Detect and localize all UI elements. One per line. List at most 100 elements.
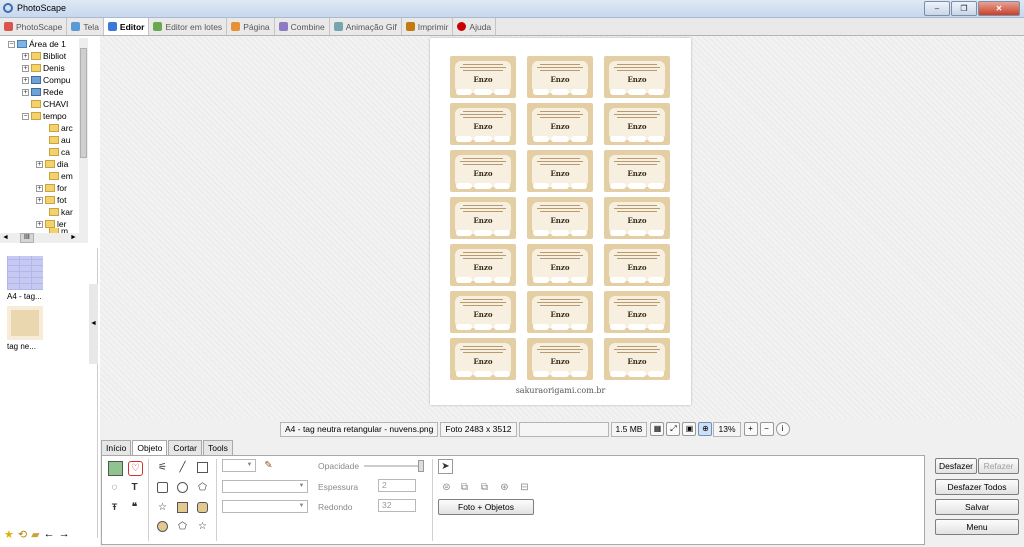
tree-item[interactable]: em bbox=[49, 170, 73, 182]
ellipse-icon[interactable] bbox=[177, 482, 188, 493]
expand-icon[interactable]: + bbox=[36, 184, 43, 192]
photo-objects-button[interactable]: Foto + Objetos bbox=[438, 499, 534, 515]
tab-help[interactable]: Ajuda bbox=[453, 18, 497, 35]
tree-item[interactable]: kar bbox=[49, 206, 73, 218]
back-arrow-icon[interactable]: ← bbox=[44, 528, 55, 541]
tree-item[interactable]: au bbox=[49, 134, 70, 146]
redo-button[interactable]: Refazer bbox=[978, 458, 1019, 474]
tree-item[interactable]: ca bbox=[49, 146, 70, 158]
tree-item[interactable]: + fot bbox=[36, 194, 66, 206]
tree-vertical-scrollbar[interactable] bbox=[79, 38, 88, 233]
scroll-grip[interactable]: III bbox=[20, 233, 34, 243]
fit-screen-icon[interactable]: ⤢ bbox=[666, 422, 681, 436]
collapse-icon[interactable]: − bbox=[22, 112, 29, 120]
expand-icon[interactable]: + bbox=[36, 220, 43, 228]
pointer-icon[interactable]: ➤ bbox=[438, 459, 453, 474]
rectangle-icon[interactable] bbox=[197, 462, 208, 473]
save-button[interactable]: Salvar bbox=[935, 499, 1019, 515]
tab-print[interactable]: Imprimir bbox=[402, 18, 454, 35]
tab-page[interactable]: Página bbox=[227, 18, 275, 35]
eyedropper-icon[interactable]: ✎ bbox=[262, 459, 275, 472]
menu-button[interactable]: Menu bbox=[935, 519, 1019, 535]
expand-icon[interactable]: + bbox=[22, 76, 29, 84]
magic-wand-icon[interactable]: ⚟ bbox=[156, 461, 169, 474]
actual-size-icon[interactable]: ▣ bbox=[682, 422, 697, 436]
expand-icon[interactable]: + bbox=[36, 160, 43, 168]
star-outline-icon[interactable]: ☆ bbox=[156, 501, 169, 514]
tab-cortar[interactable]: Cortar bbox=[168, 440, 202, 455]
opacity-slider-handle[interactable] bbox=[418, 460, 424, 472]
zoom-fit-icon[interactable]: ⊕ bbox=[698, 422, 713, 436]
layer-icon[interactable]: ⊜ bbox=[440, 481, 453, 494]
minimize-button[interactable]: ‒ bbox=[924, 1, 950, 16]
quote-icon[interactable]: ❝ bbox=[128, 501, 141, 514]
info-icon[interactable]: i bbox=[775, 422, 790, 436]
opacity-slider[interactable] bbox=[364, 465, 422, 467]
undo-button[interactable]: Desfazer bbox=[935, 458, 977, 474]
folder-open-icon[interactable]: ▰ bbox=[31, 528, 39, 541]
expand-icon[interactable]: + bbox=[22, 64, 29, 72]
fill-style-dropdown[interactable]: ▼ bbox=[222, 500, 308, 513]
round-field[interactable]: 32 bbox=[378, 499, 416, 512]
canvas-area[interactable]: sakuraorigami.com.br Enzo Enzo Enzo Enzo Enz… bbox=[100, 36, 1024, 419]
rounded-rectangle-icon[interactable] bbox=[157, 482, 168, 493]
tree-item[interactable]: − tempo bbox=[22, 110, 67, 122]
filled-star-icon[interactable]: ☆ bbox=[196, 520, 209, 533]
filled-pentagon-icon[interactable]: ⬠ bbox=[176, 520, 189, 533]
tab-batch-editor[interactable]: Editor em lotes bbox=[149, 18, 228, 35]
tree-item[interactable]: + for bbox=[36, 182, 67, 194]
tree-horizontal-scrollbar[interactable]: ◄ III ► bbox=[0, 233, 88, 243]
line-icon[interactable]: ╱ bbox=[176, 461, 189, 474]
close-button[interactable]: ✕ bbox=[978, 1, 1020, 16]
zoom-in-icon[interactable]: + bbox=[743, 422, 758, 436]
thickness-field[interactable]: 2 bbox=[378, 479, 416, 492]
transparency-icon[interactable]: ▦ bbox=[650, 422, 665, 436]
collapse-icon[interactable]: − bbox=[8, 40, 15, 48]
filled-rectangle-icon[interactable] bbox=[177, 502, 188, 513]
color-dropdown[interactable]: ▼ bbox=[222, 459, 256, 472]
star-icon[interactable]: ★ bbox=[4, 528, 14, 541]
photo-icon[interactable] bbox=[108, 461, 123, 476]
group-icon[interactable]: ⊛ bbox=[498, 481, 511, 494]
delete-object-icon[interactable]: ⊟ bbox=[518, 481, 531, 494]
tree-item[interactable]: − Área de 1 bbox=[8, 38, 66, 50]
send-back-icon[interactable]: ⧉ bbox=[478, 481, 491, 494]
tree-item[interactable]: + Bibliot bbox=[22, 50, 66, 62]
tab-tools[interactable]: Tools bbox=[203, 440, 233, 455]
thumbnail-item[interactable]: A4 - tag... bbox=[7, 256, 47, 301]
forward-arrow-icon[interactable]: → bbox=[59, 528, 70, 541]
sticker-icon[interactable]: ♡ bbox=[128, 461, 143, 476]
collapse-panel-button[interactable]: ◄ bbox=[89, 284, 98, 364]
filled-rounded-rectangle-icon[interactable] bbox=[197, 502, 208, 513]
undo-all-button[interactable]: Desfazer Todos bbox=[935, 479, 1019, 495]
scroll-left-icon[interactable]: ◄ bbox=[2, 233, 9, 243]
tree-item[interactable]: + Rede bbox=[22, 86, 63, 98]
expand-icon[interactable]: + bbox=[22, 52, 29, 60]
tab-inicio[interactable]: Início bbox=[101, 440, 132, 455]
bring-front-icon[interactable]: ⧉ bbox=[458, 481, 471, 494]
expand-icon[interactable]: + bbox=[22, 88, 29, 96]
tab-photoscape[interactable]: PhotoScape bbox=[0, 18, 68, 35]
expand-icon[interactable]: + bbox=[36, 196, 43, 204]
tab-editor[interactable]: Editor bbox=[103, 18, 150, 35]
tree-item[interactable]: arc bbox=[49, 122, 73, 134]
tree-item[interactable]: + Denis bbox=[22, 62, 65, 74]
tab-gif-animation[interactable]: Animação Gif bbox=[330, 18, 402, 35]
rotate-icon[interactable]: ⟲ bbox=[18, 528, 27, 541]
zoom-out-icon[interactable]: − bbox=[759, 422, 774, 436]
scrollbar-thumb[interactable] bbox=[80, 48, 87, 158]
text-style-icon[interactable]: Ŧ bbox=[108, 501, 121, 514]
scroll-right-icon[interactable]: ► bbox=[70, 233, 77, 243]
balloon-icon[interactable]: ◌ bbox=[108, 481, 121, 494]
tree-item[interactable]: + dia bbox=[36, 158, 68, 170]
filled-ellipse-icon[interactable] bbox=[157, 521, 168, 532]
tab-combine[interactable]: Combine bbox=[275, 18, 330, 35]
thumbnail-item[interactable]: tag ne... bbox=[7, 306, 47, 351]
tab-objeto[interactable]: Objeto bbox=[132, 440, 168, 455]
maximize-button[interactable]: ❐ bbox=[951, 1, 977, 16]
tab-tela[interactable]: Tela bbox=[67, 18, 104, 35]
text-icon[interactable]: T bbox=[128, 481, 141, 494]
tree-item[interactable]: CHAVI bbox=[31, 98, 68, 110]
line-style-dropdown[interactable]: ▼ bbox=[222, 480, 308, 493]
pentagon-icon[interactable]: ⬠ bbox=[196, 481, 209, 494]
